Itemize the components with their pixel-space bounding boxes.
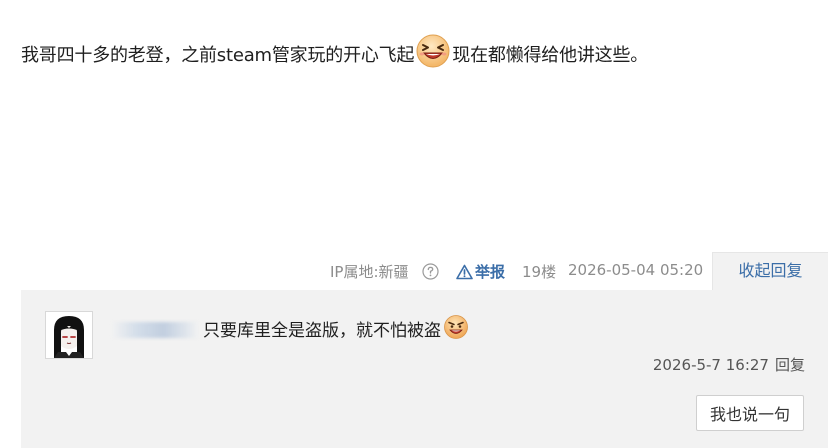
reply-text: 只要库里全是盗版，就不怕被盗 bbox=[203, 321, 441, 341]
avatar[interactable] bbox=[45, 311, 93, 359]
report-button[interactable]: 举报 bbox=[456, 261, 505, 282]
warning-triangle-icon bbox=[456, 264, 473, 280]
floor-number: 19楼 bbox=[522, 263, 557, 281]
post-text-part-1: 我哥四十多的老登，之前steam管家玩的开心飞起 bbox=[21, 45, 415, 66]
post-content: 我哥四十多的老登，之前steam管家玩的开心飞起 现在都懒得给他讲这些。 bbox=[21, 33, 811, 73]
reply-button[interactable]: 回复 bbox=[775, 356, 805, 374]
post-timestamp: 2026-05-04 05:20 bbox=[568, 261, 704, 279]
reply-meta: 2026-5-7 16:27 回复 bbox=[653, 354, 805, 375]
angry-face-emoji-icon bbox=[444, 315, 468, 339]
reply-panel: 只要库里全是盗版，就不怕被盗 2026-5-7 16:27 回复 我也说一句 bbox=[21, 290, 828, 448]
reply-timestamp: 2026-5-7 16:27 bbox=[652, 356, 769, 374]
reply-content: 只要库里全是盗版，就不怕被盗 bbox=[111, 314, 469, 341]
report-label: 举报 bbox=[475, 263, 506, 281]
add-comment-button[interactable]: 我也说一句 bbox=[696, 395, 804, 431]
post-meta-row: IP属地:新疆 举报 19楼 2026-05-04 05:20 收起回复 bbox=[0, 252, 831, 290]
ip-location: IP属地:新疆 bbox=[330, 263, 409, 281]
collapse-replies-button[interactable]: 收起回复 bbox=[712, 252, 828, 290]
question-circle-icon[interactable] bbox=[422, 263, 439, 280]
anime-girl-avatar-icon bbox=[46, 312, 92, 358]
post-text-part-2: 现在都懒得给他讲这些。 bbox=[452, 45, 649, 66]
laughing-face-emoji-icon bbox=[416, 34, 450, 68]
blurred-username[interactable] bbox=[111, 322, 199, 338]
